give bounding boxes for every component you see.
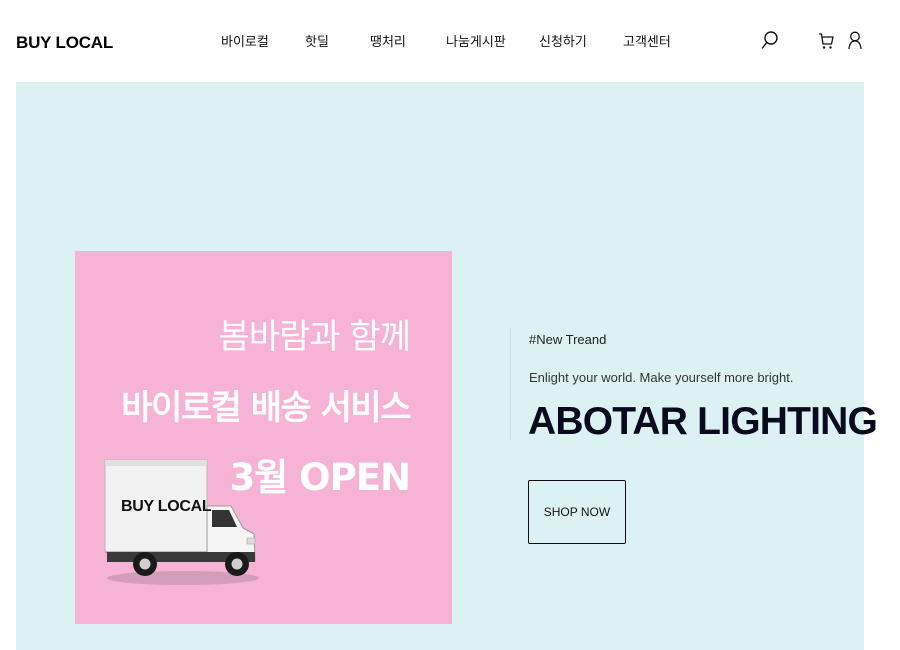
search-icon[interactable] (761, 30, 779, 50)
cart-icon[interactable] (818, 32, 834, 50)
nav-item-sharing-board[interactable]: 나눔게시판 (446, 31, 506, 50)
delivery-truck-image (104, 459, 259, 585)
nav-item-buylocal[interactable]: 바이로컬 (221, 31, 269, 50)
trend-tag: #New Treand (529, 332, 607, 347)
nav-item-clearance[interactable]: 땡처리 (370, 31, 406, 50)
hero-subtitle: Enlight your world. Make yourself more b… (529, 370, 794, 385)
banner-line-1: 봄바람과 함께 (218, 317, 411, 357)
hero-headline: ABOTAR LIGHTING (528, 400, 878, 443)
hero-section: 봄바람과 함께 바이로컬 배송 서비스 3월 OPEN BUY LOCAL #N… (16, 82, 878, 650)
nav-item-apply[interactable]: 신청하기 (539, 31, 587, 50)
promo-banner[interactable]: 봄바람과 함께 바이로컬 배송 서비스 3월 OPEN BUY LOCAL (75, 251, 452, 624)
banner-line-2: 바이로컬 배송 서비스 (121, 388, 411, 428)
nav-item-customer-center[interactable]: 고객센터 (623, 31, 671, 50)
shop-now-button[interactable]: SHOP NOW (528, 480, 626, 544)
hero-divider (510, 328, 511, 440)
user-icon[interactable] (848, 31, 862, 50)
site-header: BUY LOCAL 바이로컬 핫딜 땡처리 나눔게시판 신청하기 고객센터 (0, 0, 900, 82)
truck-logo-text: BUY LOCAL (121, 498, 212, 515)
nav-item-hotdeal[interactable]: 핫딜 (305, 31, 329, 50)
